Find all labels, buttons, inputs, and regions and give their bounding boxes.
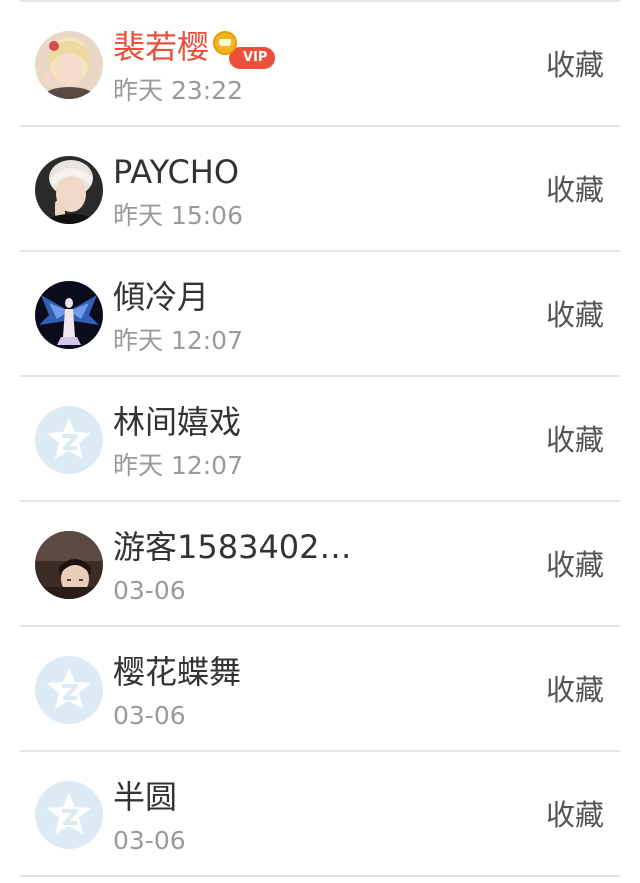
contact-name: PAYCHO: [113, 153, 240, 191]
default-avatar-icon[interactable]: [35, 406, 103, 474]
avatar[interactable]: [35, 281, 103, 349]
visit-time: 昨天 23:22: [113, 76, 243, 105]
visit-time: 昨天 12:07: [113, 451, 243, 480]
favorite-button[interactable]: 收藏: [546, 422, 604, 458]
favorite-button[interactable]: 收藏: [546, 172, 604, 208]
visitor-list: 裴若樱 VIP 昨天 23:22 收藏 PAYCHO 昨天 15:06 收藏 傾…: [0, 0, 640, 883]
contact-name: 裴若樱 VIP: [113, 28, 276, 69]
favorite-button[interactable]: 收藏: [546, 797, 604, 833]
list-item[interactable]: 裴若樱 VIP 昨天 23:22 收藏: [0, 2, 640, 127]
visit-time: 03-06: [113, 576, 186, 605]
contact-name: 林间嬉戏: [113, 403, 242, 441]
list-item[interactable]: 游客1583402… 03-06 收藏: [0, 502, 640, 627]
contact-name: 樱花蝶舞: [113, 653, 242, 691]
contact-name: 游客1583402…: [113, 528, 352, 566]
list-item[interactable]: 半圆 03-06 收藏: [0, 752, 640, 877]
row-divider: [20, 875, 620, 877]
avatar[interactable]: [35, 31, 103, 99]
crown-icon: [213, 31, 238, 55]
avatar[interactable]: [35, 156, 103, 224]
contact-name: 半圆: [113, 778, 178, 816]
favorite-button[interactable]: 收藏: [546, 297, 604, 333]
avatar[interactable]: [35, 531, 103, 599]
list-item[interactable]: 樱花蝶舞 03-06 收藏: [0, 627, 640, 752]
list-item[interactable]: PAYCHO 昨天 15:06 收藏: [0, 127, 640, 252]
list-item[interactable]: 傾冷月 昨天 12:07 收藏: [0, 252, 640, 377]
visit-time: 03-06: [113, 701, 186, 730]
favorite-button[interactable]: 收藏: [546, 672, 604, 708]
favorite-button[interactable]: 收藏: [546, 47, 604, 83]
list-item[interactable]: 林间嬉戏 昨天 12:07 收藏: [0, 377, 640, 502]
default-avatar-icon[interactable]: [35, 656, 103, 724]
contact-name: 傾冷月: [113, 278, 210, 316]
visit-time: 03-06: [113, 826, 186, 855]
visit-time: 昨天 15:06: [113, 201, 243, 230]
default-avatar-icon[interactable]: [35, 781, 103, 849]
visit-time: 昨天 12:07: [113, 326, 243, 355]
favorite-button[interactable]: 收藏: [546, 547, 604, 583]
vip-badge: VIP: [213, 31, 276, 69]
